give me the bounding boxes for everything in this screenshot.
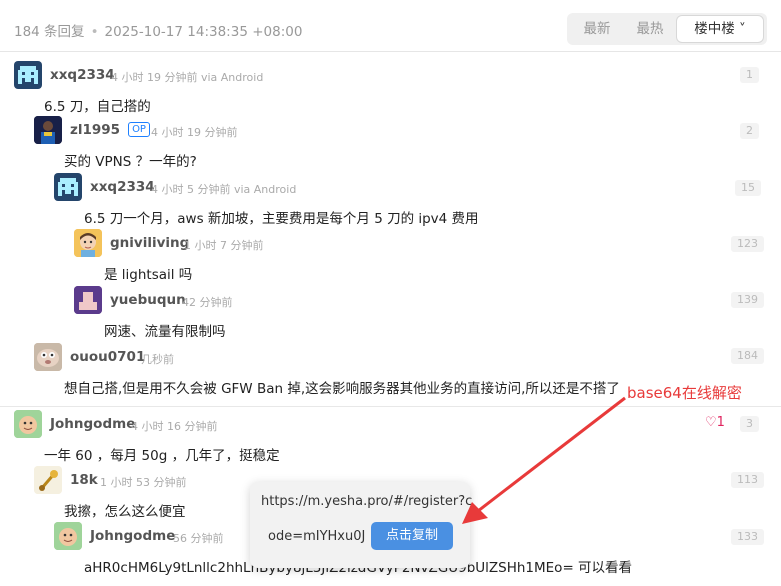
comment-meta: 4 小时 19 分钟前	[151, 126, 238, 139]
reply-meta: 184 条回复 • 2025-10-17 14:38:35 +08:00	[14, 20, 302, 40]
comment-text: 我擦，怎么这么便宜	[64, 504, 186, 520]
comment-item: yuebuqun 42 分钟前 网速、流量有限制吗	[74, 286, 774, 340]
like-count: ♡1	[705, 415, 725, 430]
avatar[interactable]	[14, 61, 42, 89]
copy-button[interactable]: 点击复制	[371, 522, 453, 550]
comment-text: 6.5 刀一个月，aws 新加坡，主要费用是每个月 5 刀的 ipv4 费用	[84, 211, 479, 227]
sort-hot-button[interactable]: 最热	[625, 16, 675, 42]
op-badge: OP	[128, 122, 150, 137]
username-link[interactable]: Johngodme	[50, 416, 135, 432]
floor-number: 184	[731, 348, 764, 364]
sort-toggle: 最新 最热 楼中楼 ˅	[567, 13, 767, 45]
username-link[interactable]: zl1995 OP	[70, 122, 150, 138]
username-text: zl1995	[70, 122, 121, 138]
comment-text: 一年 60 ，每月 50g ，几年了，挺稳定	[44, 448, 280, 464]
comment-text: 想自己搭,但是用不久会被 GFW Ban 掉,这会影响服务器其他业务的直接访问,…	[64, 381, 620, 397]
comment-meta: 几秒前	[141, 353, 174, 366]
floor-number: 15	[735, 180, 761, 196]
comment-text: 买的 VPNS ？一年的?	[64, 154, 197, 170]
username-link[interactable]: 18k	[70, 472, 98, 488]
thread-timestamp: 2025-10-17 14:38:35 +08:00	[104, 24, 303, 40]
avatar[interactable]	[34, 466, 62, 494]
comment-item: Johngodme 4 小时 16 分钟前 一年 60 ，每月 50g ，几年了…	[14, 410, 774, 464]
comment-item: zl1995 OP 4 小时 19 分钟前 买的 VPNS ？一年的?	[34, 116, 774, 170]
comment-meta: 56 分钟前	[173, 532, 224, 545]
avatar[interactable]	[54, 522, 82, 550]
separator-dot: •	[90, 24, 99, 40]
username-link[interactable]: ouou0701	[70, 349, 145, 365]
comment-item: xxq2334 4 小时 19 分钟前 via Android 6.5 刀，自己…	[14, 61, 774, 115]
username-link[interactable]: yuebuqun	[110, 292, 186, 308]
username-link[interactable]: xxq2334	[50, 67, 115, 83]
avatar[interactable]	[14, 410, 42, 438]
like-button[interactable]: ♡1	[705, 415, 725, 430]
comment-text: 6.5 刀，自己搭的	[44, 99, 151, 115]
comment-item: gniviliving 1 小时 7 分钟前 是 lightsail 吗	[74, 229, 774, 283]
comment-meta: 4 小时 5 分钟前 via Android	[151, 183, 297, 196]
popup-url-line2: ode=mIYHxu0J	[268, 529, 366, 544]
annotation-label: base64在线解密	[627, 384, 742, 402]
username-link[interactable]: xxq2334	[90, 179, 155, 195]
username-link[interactable]: gniviliving	[110, 235, 189, 251]
avatar[interactable]	[54, 173, 82, 201]
comment-meta: 4 小时 19 分钟前 via Android	[111, 71, 264, 84]
username-link[interactable]: Johngodme	[90, 528, 175, 544]
comment-meta: 1 小时 7 分钟前	[184, 239, 264, 252]
floor-number: 133	[731, 529, 764, 545]
floor-number: 113	[731, 472, 764, 488]
floor-number: 1	[740, 67, 759, 83]
comment-meta: 4 小时 16 分钟前	[131, 420, 218, 433]
reply-count: 184 条回复	[14, 24, 85, 40]
comment-text: 是 lightsail 吗	[104, 267, 193, 283]
comment-meta: 1 小时 53 分钟前	[100, 476, 187, 489]
avatar[interactable]	[34, 116, 62, 144]
copy-link-popup: https://m.yesha.pro/#/register?c ode=mIY…	[250, 482, 473, 568]
comment-text: 网速、流量有限制吗	[104, 324, 226, 340]
thread-header: 184 条回复 • 2025-10-17 14:38:35 +08:00 最新 最热…	[0, 0, 781, 52]
floor-number: 123	[731, 236, 764, 252]
avatar[interactable]	[74, 286, 102, 314]
popup-url-line1: https://m.yesha.pro/#/register?c	[261, 494, 473, 509]
avatar[interactable]	[74, 229, 102, 257]
comment-item: xxq2334 4 小时 5 分钟前 via Android 6.5 刀一个月，…	[54, 173, 774, 227]
floor-number: 2	[740, 123, 759, 139]
floor-number: 3	[740, 416, 759, 432]
avatar[interactable]	[34, 343, 62, 371]
sort-floor-dropdown[interactable]: 楼中楼 ˅	[677, 16, 763, 42]
thread-divider	[0, 406, 781, 407]
floor-number: 139	[731, 292, 764, 308]
sort-newest-button[interactable]: 最新	[572, 16, 622, 42]
comment-meta: 42 分钟前	[182, 296, 233, 309]
